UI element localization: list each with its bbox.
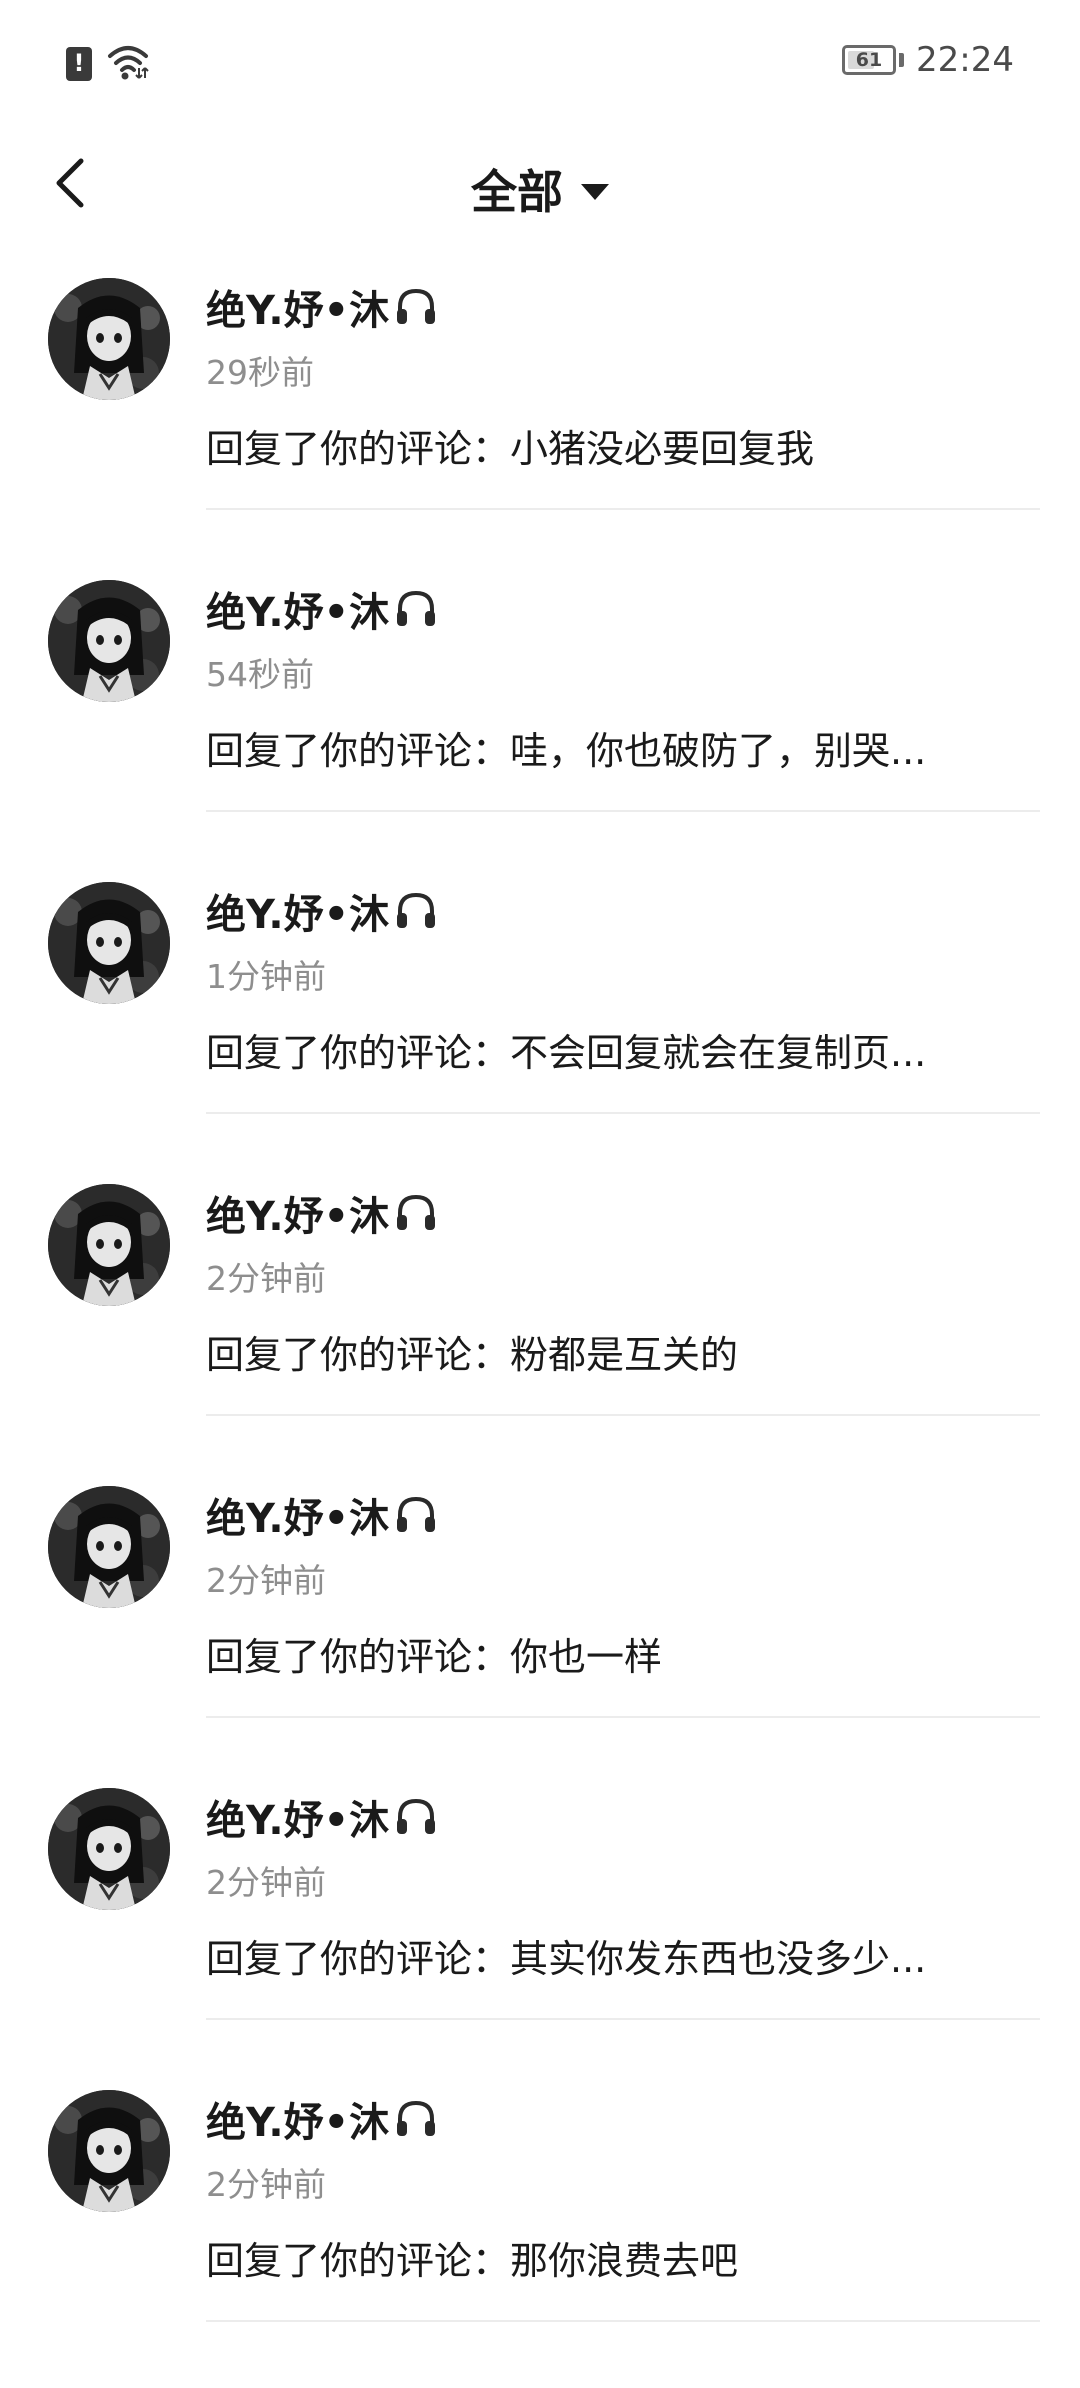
battery-icon: 61 xyxy=(842,45,897,75)
notification-item[interactable]: 绝Y.妤•沐 29秒前 回复了你的评论：小猪没必要回复我 xyxy=(0,258,1080,560)
notification-item[interactable]: 绝Y.妤•沐 2分钟前 回复了你的评论：那你浪费去吧 xyxy=(0,2070,1080,2372)
notification-item[interactable]: 绝Y.妤•沐 1分钟前 回复了你的评论：不会回复就会在复制页... xyxy=(0,862,1080,1164)
divider xyxy=(206,810,1040,812)
avatar[interactable] xyxy=(48,1184,170,1306)
battery-nub xyxy=(899,53,905,67)
filter-dropdown[interactable]: 全部 xyxy=(0,156,1080,222)
avatar[interactable] xyxy=(48,1486,170,1608)
status-left xyxy=(66,44,150,84)
wifi-icon xyxy=(106,44,150,84)
timestamp: 2分钟前 xyxy=(206,1561,326,1600)
username[interactable]: 绝Y.妤•沐 xyxy=(206,2090,389,2148)
headphone-icon xyxy=(393,888,439,934)
reply-message: 回复了你的评论：其实你发东西也没多少... xyxy=(206,1937,927,1981)
username[interactable]: 绝Y.妤•沐 xyxy=(206,278,389,336)
timestamp: 54秒前 xyxy=(206,655,314,694)
divider xyxy=(206,508,1040,510)
headphone-icon xyxy=(393,1492,439,1538)
username-row: 绝Y.妤•沐 xyxy=(206,278,439,336)
username[interactable]: 绝Y.妤•沐 xyxy=(206,580,389,638)
username-row: 绝Y.妤•沐 xyxy=(206,1184,439,1242)
username[interactable]: 绝Y.妤•沐 xyxy=(206,1184,389,1242)
username[interactable]: 绝Y.妤•沐 xyxy=(206,1788,389,1846)
avatar[interactable] xyxy=(48,278,170,400)
headphone-icon xyxy=(393,284,439,330)
reply-message: 回复了你的评论：哇，你也破防了，别哭... xyxy=(206,729,927,773)
avatar[interactable] xyxy=(48,1788,170,1910)
reply-message: 回复了你的评论：那你浪费去吧 xyxy=(206,2239,739,2283)
reply-message: 回复了你的评论：你也一样 xyxy=(206,1635,663,1679)
headphone-icon xyxy=(393,1794,439,1840)
headphone-icon xyxy=(393,1190,439,1236)
reply-message: 回复了你的评论：粉都是互关的 xyxy=(206,1333,739,1377)
header-bar: 全部 xyxy=(0,130,1080,240)
timestamp: 29秒前 xyxy=(206,353,314,392)
username-row: 绝Y.妤•沐 xyxy=(206,2090,439,2148)
avatar[interactable] xyxy=(48,2090,170,2212)
username[interactable]: 绝Y.妤•沐 xyxy=(206,882,389,940)
headphone-icon xyxy=(393,2096,439,2142)
status-right: 61 22:24 xyxy=(842,40,1014,80)
battery-level: 61 xyxy=(855,49,883,71)
notification-list: 绝Y.妤•沐 29秒前 回复了你的评论：小猪没必要回复我 绝Y.妤•沐 54秒前… xyxy=(0,258,1080,2372)
headphone-icon xyxy=(393,586,439,632)
notification-item[interactable]: 绝Y.妤•沐 2分钟前 回复了你的评论：其实你发东西也没多少... xyxy=(0,1768,1080,2070)
timestamp: 2分钟前 xyxy=(206,1259,326,1298)
notification-item[interactable]: 绝Y.妤•沐 2分钟前 回复了你的评论：粉都是互关的 xyxy=(0,1164,1080,1466)
status-bar: 61 22:24 xyxy=(0,0,1080,130)
divider xyxy=(206,1112,1040,1114)
caret-down-icon xyxy=(581,184,609,200)
divider xyxy=(206,2018,1040,2020)
divider xyxy=(206,1414,1040,1416)
sim-alert-icon xyxy=(66,47,92,81)
avatar[interactable] xyxy=(48,580,170,702)
username[interactable]: 绝Y.妤•沐 xyxy=(206,1486,389,1544)
divider xyxy=(206,1716,1040,1718)
reply-message: 回复了你的评论：小猪没必要回复我 xyxy=(206,427,815,471)
username-row: 绝Y.妤•沐 xyxy=(206,882,439,940)
status-clock: 22:24 xyxy=(916,40,1014,80)
username-row: 绝Y.妤•沐 xyxy=(206,1788,439,1846)
username-row: 绝Y.妤•沐 xyxy=(206,1486,439,1544)
notification-item[interactable]: 绝Y.妤•沐 54秒前 回复了你的评论：哇，你也破防了，别哭... xyxy=(0,560,1080,862)
timestamp: 2分钟前 xyxy=(206,2165,326,2204)
timestamp: 1分钟前 xyxy=(206,957,326,996)
notification-item[interactable]: 绝Y.妤•沐 2分钟前 回复了你的评论：你也一样 xyxy=(0,1466,1080,1768)
page-title: 全部 xyxy=(471,165,563,219)
avatar[interactable] xyxy=(48,882,170,1004)
reply-message: 回复了你的评论：不会回复就会在复制页... xyxy=(206,1031,927,1075)
divider xyxy=(206,2320,1040,2322)
username-row: 绝Y.妤•沐 xyxy=(206,580,439,638)
timestamp: 2分钟前 xyxy=(206,1863,326,1902)
